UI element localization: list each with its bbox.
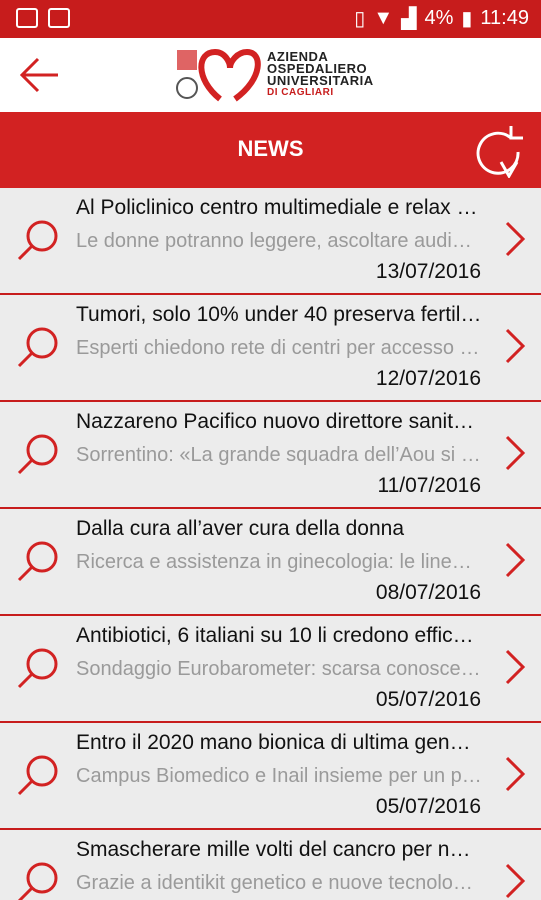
news-date: 05/07/2016 [375, 688, 481, 711]
chevron-right-icon [505, 435, 526, 471]
news-subtitle: Le donne potranno leggere, ascoltare aud… [76, 230, 482, 252]
news-date: 12/07/2016 [375, 367, 481, 390]
news-date: 05/07/2016 [375, 795, 481, 818]
news-item[interactable]: Dalla cura all’aver cura della donna Ric… [0, 509, 541, 616]
chevron-right-icon [505, 221, 526, 257]
media-icon [48, 8, 70, 28]
battery-icon: ▮ [461, 8, 473, 30]
signal-icon: ▟ [401, 8, 417, 30]
battery-text: 4% [424, 7, 454, 29]
logo-line-4: DI CAGLIARI [267, 87, 334, 98]
news-subtitle: Sondaggio Eurobarometer: scarsa conoscen… [76, 658, 482, 680]
refresh-icon[interactable] [471, 122, 525, 178]
news-item[interactable]: Nazzareno Pacifico nuovo direttore sanit… [0, 402, 541, 509]
news-title: Tumori, solo 10% under 40 preserva ferti… [76, 303, 482, 326]
chevron-right-icon [505, 328, 526, 364]
news-title: Smascherare mille volti del cancro per n… [76, 838, 482, 861]
search-icon [17, 434, 58, 475]
hospital-logo: AZIENDA OSPEDALIERO UNIVERSITARIA DI CAG… [175, 44, 373, 106]
chevron-right-icon [505, 649, 526, 685]
news-subtitle: Grazie a identikit genetico e nuove tecn… [76, 872, 482, 894]
news-item[interactable]: Smascherare mille volti del cancro per n… [0, 830, 541, 900]
time: 11:49 [480, 7, 529, 29]
news-title: Entro il 2020 mano bionica di ultima gen… [76, 731, 482, 754]
news-subtitle: Campus Biomedico e Inail insieme per un … [76, 765, 482, 787]
news-item[interactable]: Tumori, solo 10% under 40 preserva ferti… [0, 295, 541, 402]
news-date: 08/07/2016 [375, 581, 481, 604]
chevron-right-icon [505, 863, 526, 899]
wifi-icon: ▼ [373, 7, 394, 29]
search-icon [17, 541, 58, 582]
news-item[interactable]: Antibiotici, 6 italiani su 10 li credono… [0, 616, 541, 723]
search-icon [17, 648, 58, 689]
gmail-icon [16, 8, 38, 28]
news-subtitle: Ricerca e assistenza in ginecologia: le … [76, 551, 482, 573]
logo-line-3: UNIVERSITARIA [267, 73, 374, 88]
news-date: 11/07/2016 [377, 474, 481, 497]
search-icon [17, 755, 58, 796]
news-list: Al Policlinico centro multimediale e rel… [0, 188, 541, 900]
news-subtitle: Sorrentino: «La grande squadra dell’Aou … [76, 444, 482, 466]
news-title: Dalla cura all’aver cura della donna [76, 517, 405, 540]
back-arrow-icon[interactable] [18, 54, 60, 96]
search-icon [17, 327, 58, 368]
title-bar: NEWS [0, 112, 541, 188]
app-bar: AZIENDA OSPEDALIERO UNIVERSITARIA DI CAG… [0, 38, 541, 112]
news-subtitle: Esperti chiedono rete di centri per acce… [76, 337, 482, 359]
news-date: 13/07/2016 [375, 260, 481, 283]
news-item[interactable]: Al Policlinico centro multimediale e rel… [0, 188, 541, 295]
page-title: NEWS [237, 136, 304, 161]
chevron-right-icon [505, 756, 526, 792]
news-title: Al Policlinico centro multimediale e rel… [76, 196, 482, 219]
chevron-right-icon [505, 542, 526, 578]
logo-emblem-icon [176, 48, 261, 102]
status-bar: ▯ ▼ ▟ 4% ▮ 11:49 [0, 0, 541, 38]
search-icon [17, 220, 58, 261]
news-title: Nazzareno Pacifico nuovo direttore sanit… [76, 410, 482, 433]
vibrate-icon: ▯ [354, 8, 366, 30]
search-icon [17, 862, 58, 900]
news-title: Antibiotici, 6 italiani su 10 li credono… [76, 624, 482, 647]
news-item[interactable]: Entro il 2020 mano bionica di ultima gen… [0, 723, 541, 830]
